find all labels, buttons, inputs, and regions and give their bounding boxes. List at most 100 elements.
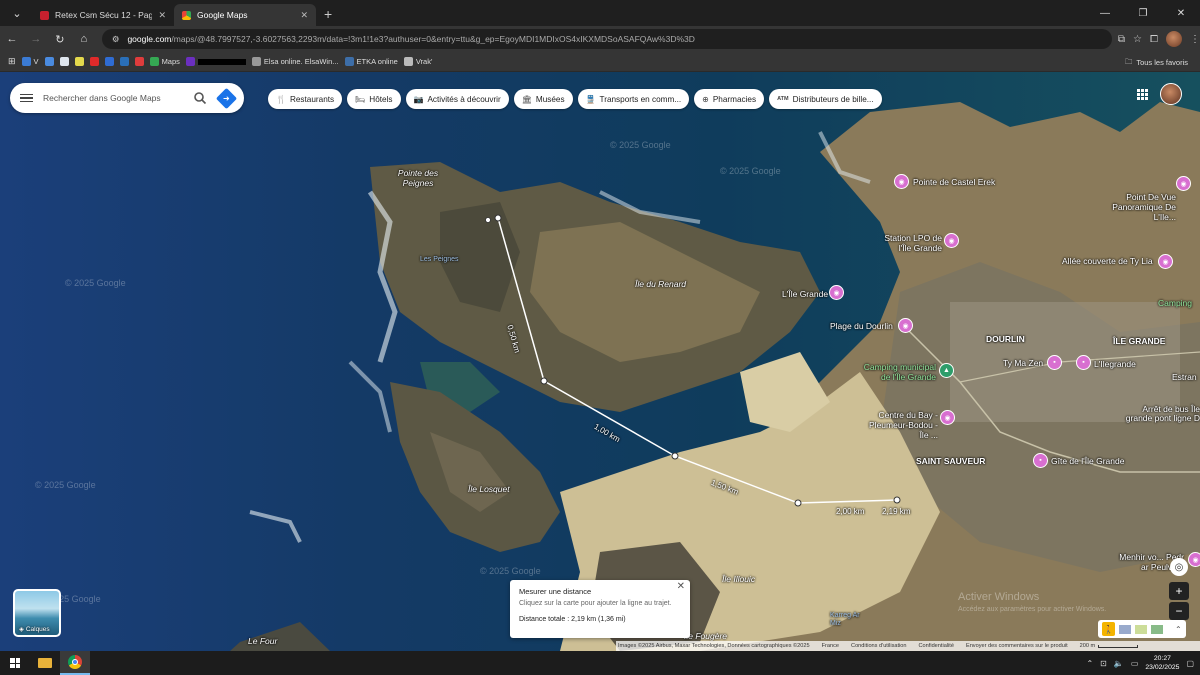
bookmark-item[interactable] [134, 57, 144, 66]
map-canvas[interactable]: © 2025 Google © 2025 Google © 2025 Googl… [0, 72, 1200, 651]
scale-bar[interactable]: 200 m [1080, 643, 1139, 649]
bookmark-elsawin[interactable]: Elsa online. ElsaWin... [251, 57, 339, 66]
label-ile-grande[interactable]: ÎLE GRANDE [1113, 336, 1165, 346]
restore-button[interactable]: ❐ [1124, 0, 1162, 26]
chip-pharmacies[interactable]: ⊕ Pharmacies [694, 89, 765, 109]
label-dourlin[interactable]: DOURLIN [986, 334, 1025, 344]
poi-camera-icon[interactable]: ◉ [944, 233, 959, 248]
imagery-thumbnail[interactable] [1151, 624, 1163, 634]
new-tab-button[interactable]: + [324, 6, 332, 22]
bookmark-item[interactable] [104, 57, 114, 66]
poi-camera-icon[interactable]: ◉ [829, 285, 844, 300]
feedback-link[interactable]: Envoyer des commentaires sur le produit [966, 643, 1068, 649]
bookmark-item[interactable]: V [21, 57, 39, 66]
bookmark-star-icon[interactable]: ☆ [1133, 34, 1142, 45]
label-gite[interactable]: Gîte de l'Île Grande [1051, 456, 1124, 466]
notifications-icon[interactable]: ▢ [1186, 659, 1194, 668]
taskbar-chrome[interactable] [60, 651, 90, 675]
poi-camera-icon[interactable]: ◉ [1158, 254, 1173, 269]
label-centre-du-bay[interactable]: Centre du Bay - Pleumeur-Bodou - Île ... [862, 410, 938, 440]
country-link[interactable]: France [822, 643, 839, 649]
imagery-thumbnail[interactable] [1135, 624, 1147, 634]
home-icon[interactable]: ⌂ [72, 33, 96, 45]
campground-icon[interactable]: ▲ [939, 363, 954, 378]
label-camping-municipal[interactable]: Camping municipal de l'Île Grande [858, 362, 936, 382]
tab-google-maps[interactable]: Google Maps ✕ [174, 4, 316, 26]
search-box[interactable]: Rechercher dans Google Maps ➜ [10, 83, 244, 113]
close-icon[interactable]: ✕ [677, 581, 685, 592]
bookmark-etka[interactable]: ETKA online [344, 57, 398, 66]
label-les-peignes[interactable]: Les Peignes [420, 256, 459, 263]
volume-icon[interactable]: 🔈 [1114, 659, 1124, 668]
battery-icon[interactable]: ▭ [1131, 659, 1139, 668]
taskbar-file-explorer[interactable] [30, 651, 60, 675]
zoom-in-button[interactable]: + [1169, 582, 1189, 600]
label-ile-du-renard[interactable]: Île du Renard [635, 279, 686, 289]
close-tab-icon[interactable]: ✕ [158, 10, 166, 21]
apps-grid-icon[interactable]: ⊞ [8, 56, 16, 67]
poi-camera-icon[interactable]: ◉ [1176, 176, 1191, 191]
label-ty-ma-zen[interactable]: Ty Ma Zen [1003, 358, 1043, 368]
install-app-icon[interactable]: ⧉ [1118, 34, 1125, 45]
poi-camera-icon[interactable]: ◉ [894, 174, 909, 189]
bookmark-item[interactable] [185, 57, 246, 66]
poi-camera-icon[interactable]: ◉ [898, 318, 913, 333]
minimize-button[interactable]: — [1086, 0, 1124, 26]
label-panoramique[interactable]: Point De Vue Panoramique De L'Ile... [1096, 192, 1176, 222]
poi-hotel-icon[interactable]: ▪ [1033, 453, 1048, 468]
label-karreg[interactable]: Karreg Ar Miz [830, 612, 860, 628]
poi-camera-icon[interactable]: ◉ [1188, 552, 1200, 567]
label-camping-edge[interactable]: Camping [1158, 298, 1192, 308]
layers-button[interactable]: ◈ Calques [13, 589, 61, 637]
bookmark-folder-vrak[interactable]: Vrak' [403, 57, 432, 66]
profile-avatar[interactable] [1166, 31, 1182, 47]
bookmark-item[interactable] [119, 57, 129, 66]
chip-hotels[interactable]: 🛏 Hôtels [347, 89, 401, 109]
close-tab-icon[interactable]: ✕ [300, 10, 308, 21]
forward-arrow-icon[interactable]: → [24, 33, 48, 45]
label-pointe-des-peignes[interactable]: Pointe des Peignes [388, 168, 448, 188]
privacy-link[interactable]: Confidentialité [919, 643, 954, 649]
imagery-thumbnail[interactable] [1119, 624, 1131, 634]
label-ile-losquet[interactable]: Île Losquet [468, 484, 510, 494]
terms-link[interactable]: Conditions d'utilisation [851, 643, 906, 649]
tab-retex[interactable]: Retex Csm Sécu 12 - Page 2 - K ✕ [32, 4, 174, 26]
back-arrow-icon[interactable]: ← [0, 33, 24, 45]
pegman-icon[interactable]: 🚶 [1102, 622, 1115, 636]
label-ile-grande-poi[interactable]: L'Île Grande [782, 289, 828, 299]
tray-chevron-icon[interactable]: ⌃ [1086, 659, 1093, 668]
search-input[interactable]: Rechercher dans Google Maps [43, 93, 193, 103]
label-ile-illouic[interactable]: Île Illouic [722, 574, 755, 584]
chip-atm[interactable]: ATM Distributeurs de bille... [769, 89, 882, 109]
google-apps-icon[interactable] [1137, 89, 1148, 100]
account-avatar[interactable] [1160, 83, 1182, 105]
clock[interactable]: 20:27 23/02/2025 [1145, 654, 1179, 672]
bookmark-maps[interactable]: Maps [149, 57, 180, 66]
bookmark-item[interactable] [59, 57, 69, 66]
chip-museums[interactable]: 🏛 Musées [513, 89, 573, 109]
directions-icon[interactable]: ➜ [215, 87, 238, 109]
network-icon[interactable]: ⊡ [1100, 659, 1107, 668]
zoom-out-button[interactable]: − [1169, 602, 1189, 620]
label-le-four[interactable]: Le Four [248, 636, 277, 646]
label-ile-fougere[interactable]: Île Fougère [684, 631, 727, 641]
poi-hotel-icon[interactable]: ▪ [1047, 355, 1062, 370]
bookmark-item[interactable] [44, 57, 54, 66]
extensions-icon[interactable]: ⧠ [1150, 34, 1158, 45]
close-window-button[interactable]: ✕ [1162, 0, 1200, 26]
start-button[interactable] [0, 658, 30, 668]
label-lilegrande[interactable]: L'Ilegrande [1094, 359, 1136, 369]
label-castel-erek[interactable]: Pointe de Castel Erek [913, 177, 995, 187]
poi-camera-icon[interactable]: ◉ [940, 410, 955, 425]
site-settings-icon[interactable]: ⚙ [112, 34, 120, 45]
bookmark-item[interactable] [74, 57, 84, 66]
label-estran[interactable]: Estran [1172, 372, 1197, 382]
search-icon[interactable] [193, 91, 207, 105]
chip-transit[interactable]: 🚆 Transports en comm... [577, 89, 690, 109]
label-saint-sauveur[interactable]: SAINT SAUVEUR [916, 456, 985, 466]
hamburger-menu-icon[interactable] [20, 93, 33, 103]
chip-activities[interactable]: 📷 Activités à découvrir [405, 89, 509, 109]
label-arret-bus[interactable]: Arrêt de bus Île grande pont ligne D [1118, 405, 1200, 423]
all-bookmarks-folder[interactable]: 🗀 Tous les favoris [1125, 56, 1188, 69]
expand-chevron-icon[interactable]: ⌃ [1175, 625, 1182, 634]
